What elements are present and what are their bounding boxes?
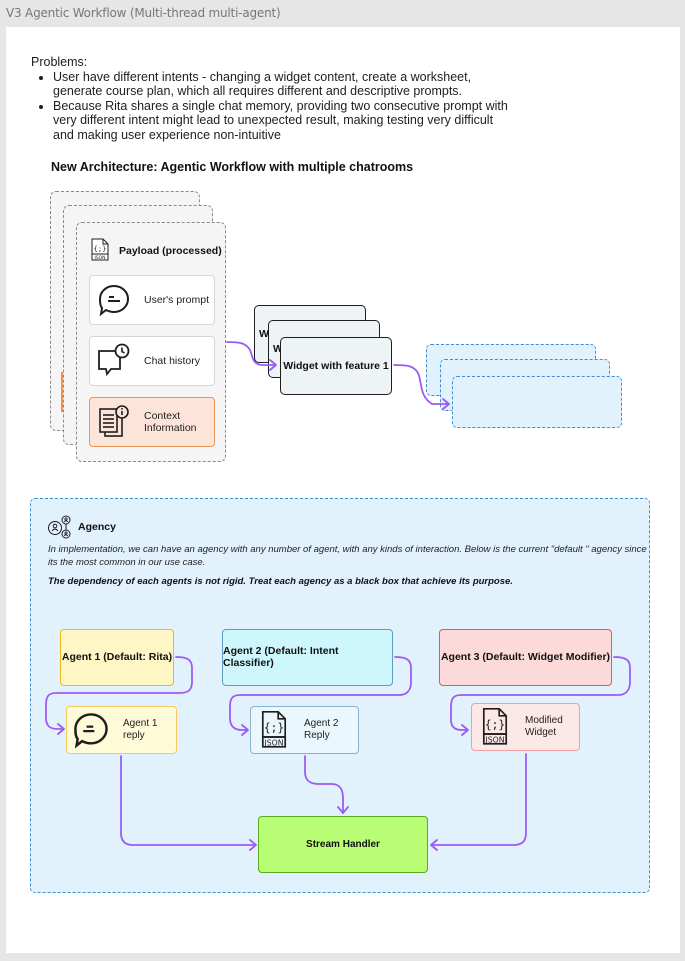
agent-2-box[interactable]: Agent 2 (Default: Intent Classifier) bbox=[222, 629, 393, 686]
problem-item: Because Rita shares a single chat memory… bbox=[53, 99, 511, 143]
payload-title: Payload (processed) bbox=[119, 245, 222, 257]
context-information-label: Context Information bbox=[144, 410, 197, 434]
agents-network-icon bbox=[47, 515, 73, 544]
document-info-icon bbox=[96, 404, 132, 440]
problems-section: Problems: User have different intents - … bbox=[31, 55, 511, 142]
svg-text:JSON: JSON bbox=[485, 735, 505, 744]
chat-bubble-icon bbox=[71, 710, 111, 750]
widget-label: Widget with feature 1 bbox=[283, 360, 389, 372]
agent-3-reply[interactable]: {;} JSON Modified Widget bbox=[471, 703, 580, 751]
agency-description: In implementation, we can have an agency… bbox=[48, 544, 647, 568]
context-information-card[interactable]: Context Information bbox=[89, 397, 215, 447]
json-file-icon: {;} JSON bbox=[260, 710, 288, 750]
json-file-icon: {;} JSON bbox=[481, 707, 509, 747]
agent-3-reply-label: Modified Widget bbox=[525, 715, 563, 738]
chat-history-icon bbox=[96, 343, 132, 379]
chat-history-card[interactable]: Chat history bbox=[89, 336, 215, 386]
window-title: V3 Agentic Workflow (Multi-thread multi-… bbox=[6, 6, 281, 20]
architecture-title: New Architecture: Agentic Workflow with … bbox=[51, 160, 414, 174]
stream-handler-box[interactable]: Stream Handler bbox=[258, 816, 428, 873]
agent-1-reply-label: Agent 1 reply bbox=[123, 718, 158, 741]
agent-3-box[interactable]: Agent 3 (Default: Widget Modifier) bbox=[439, 629, 612, 686]
agent-2-reply-label: Agent 2 Reply bbox=[304, 718, 339, 741]
payload-card[interactable]: {;} JSON Payload (processed) User's promp… bbox=[76, 222, 226, 462]
widget-card[interactable]: Widget with feature 1 bbox=[280, 337, 392, 395]
svg-text:JSON: JSON bbox=[93, 255, 105, 261]
users-prompt-card[interactable]: User's prompt bbox=[89, 275, 215, 325]
chat-history-label: Chat history bbox=[144, 355, 201, 367]
agent-2-reply[interactable]: {;} JSON Agent 2 Reply bbox=[250, 706, 359, 754]
json-file-icon: {;} JSON bbox=[90, 238, 110, 267]
problems-heading: Problems: bbox=[31, 55, 88, 69]
agent-1-label: Agent 1 (Default: Rita) bbox=[61, 650, 173, 663]
svg-text:{;}: {;} bbox=[264, 721, 284, 734]
users-prompt-label: User's prompt bbox=[144, 294, 210, 306]
agency-note: The dependency of each agents is not rig… bbox=[48, 576, 513, 587]
stream-handler-label: Stream Handler bbox=[306, 839, 380, 850]
agent-1-reply[interactable]: Agent 1 reply bbox=[66, 706, 177, 754]
output-card[interactable] bbox=[452, 376, 622, 428]
svg-text:{;}: {;} bbox=[485, 718, 505, 731]
problems-list: User have different intents - changing a… bbox=[31, 70, 511, 143]
agent-1-box[interactable]: Agent 1 (Default: Rita) bbox=[60, 629, 174, 686]
agency-title: Agency bbox=[78, 521, 116, 533]
agent-3-label: Agent 3 (Default: Widget Modifier) bbox=[440, 650, 611, 663]
agent-2-label: Agent 2 (Default: Intent Classifier) bbox=[223, 644, 339, 669]
problem-item: User have different intents - changing a… bbox=[53, 70, 511, 99]
chat-bubble-icon bbox=[96, 282, 132, 318]
svg-text:{;}: {;} bbox=[94, 245, 107, 253]
svg-text:JSON: JSON bbox=[264, 738, 284, 747]
